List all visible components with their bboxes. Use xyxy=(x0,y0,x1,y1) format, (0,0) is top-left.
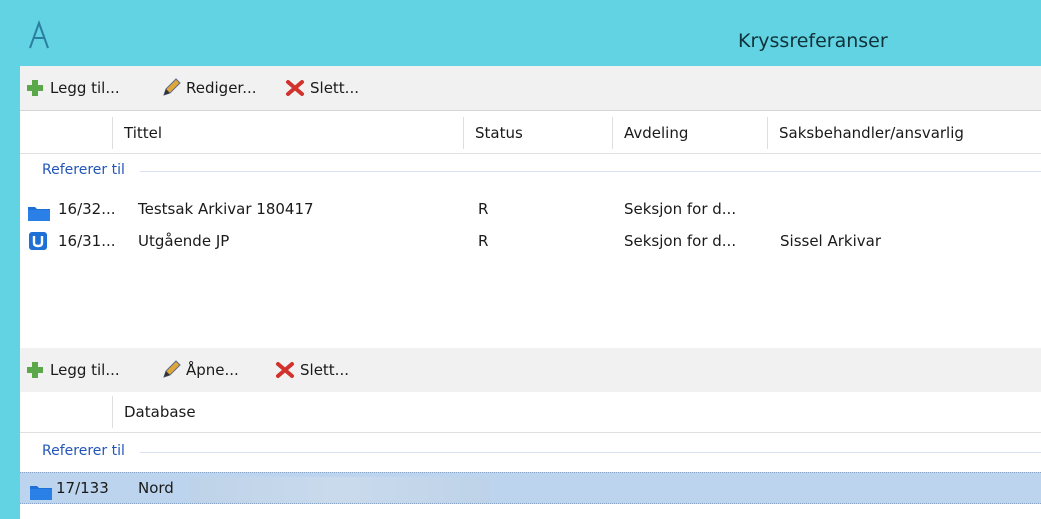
delete-database-reference-label: Slett... xyxy=(300,361,349,379)
outgoing-u-icon xyxy=(28,231,48,251)
add-database-reference-label: Legg til... xyxy=(50,361,120,379)
delete-x-icon xyxy=(284,77,306,99)
pencil-icon xyxy=(160,77,182,99)
reference-database: Nord xyxy=(138,479,174,497)
folder-icon xyxy=(28,201,50,221)
table-row[interactable]: 16/32... Testsak Arkivar 180417 R Seksjo… xyxy=(20,194,1041,224)
folder-icon xyxy=(30,480,52,500)
open-database-reference-button[interactable]: Åpne... xyxy=(160,357,239,383)
group-divider xyxy=(140,171,1041,172)
column-header-title[interactable]: Tittel xyxy=(118,113,162,153)
reference-number: 17/133 xyxy=(56,479,109,497)
open-database-reference-label: Åpne... xyxy=(186,361,239,379)
table-row[interactable]: 16/31... Utgående JP R Seksjon for d... … xyxy=(20,226,1041,256)
redacted-area xyxy=(190,477,490,503)
top-table-header: Tittel Status Avdeling Saksbehandler/ans… xyxy=(20,113,1041,154)
case-status: R xyxy=(478,200,489,218)
delete-database-reference-button[interactable]: Slett... xyxy=(274,357,349,383)
edit-reference-button[interactable]: Rediger... xyxy=(160,75,257,101)
group-header-refers-to[interactable]: Refererer til xyxy=(42,162,125,178)
add-reference-button[interactable]: Legg til... xyxy=(24,75,120,101)
bottom-table-header: Database xyxy=(20,392,1041,433)
case-status: R xyxy=(478,232,489,250)
case-department: Seksjon for d... xyxy=(624,232,737,250)
group-header-refers-to[interactable]: Refererer til xyxy=(42,443,125,459)
column-separator xyxy=(612,117,613,149)
column-separator xyxy=(112,117,113,149)
column-header-handler[interactable]: Saksbehandler/ansvarlig xyxy=(773,113,964,153)
column-header-database[interactable]: Database xyxy=(118,392,196,432)
column-header-status[interactable]: Status xyxy=(469,113,523,153)
case-handler: Sissel Arkivar xyxy=(780,232,882,250)
group-divider xyxy=(140,452,1041,453)
plus-icon xyxy=(24,77,46,99)
pencil-icon xyxy=(160,359,182,381)
delete-x-icon xyxy=(274,359,296,381)
bottom-toolbar: Legg til... Åpne... Slett... xyxy=(20,348,1041,393)
case-title: Testsak Arkivar 180417 xyxy=(138,200,314,218)
table-row-selected[interactable]: 17/133 Nord xyxy=(20,472,1041,504)
case-title: Utgående JP xyxy=(138,232,230,250)
add-database-reference-button[interactable]: Legg til... xyxy=(24,357,120,383)
delete-reference-label: Slett... xyxy=(310,79,359,97)
column-header-department[interactable]: Avdeling xyxy=(618,113,688,153)
window-title: Kryssreferanser xyxy=(738,30,888,52)
delete-reference-button[interactable]: Slett... xyxy=(284,75,359,101)
title-bar: Kryssreferanser xyxy=(0,0,1041,66)
case-number: 16/32... xyxy=(58,200,116,218)
app-logo-icon xyxy=(29,20,49,49)
edit-reference-label: Rediger... xyxy=(186,79,257,97)
column-separator xyxy=(112,396,113,428)
window-frame-left xyxy=(0,0,20,519)
top-toolbar: Legg til... Rediger... Slett... xyxy=(20,66,1041,111)
add-reference-label: Legg til... xyxy=(50,79,120,97)
column-separator xyxy=(767,117,768,149)
column-separator xyxy=(463,117,464,149)
plus-icon xyxy=(24,359,46,381)
case-number: 16/31... xyxy=(58,232,116,250)
case-department: Seksjon for d... xyxy=(624,200,737,218)
